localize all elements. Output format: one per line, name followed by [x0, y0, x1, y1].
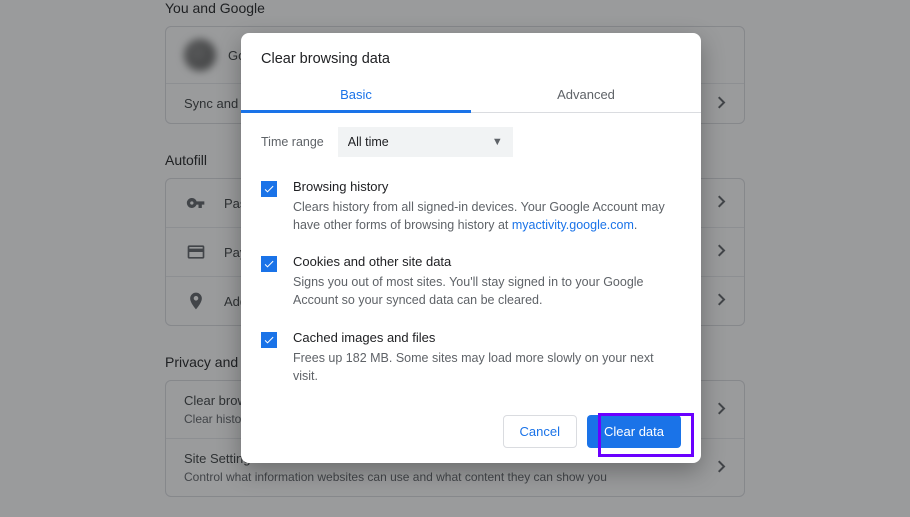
option-desc: Frees up 182 MB. Some sites may load mor… — [293, 349, 681, 385]
option-browsing-history: Browsing history Clears history from all… — [261, 169, 681, 244]
clear-options: Browsing history Clears history from all… — [241, 165, 701, 399]
clear-browsing-data-dialog: Clear browsing data Basic Advanced Time … — [241, 33, 701, 463]
option-desc: Signs you out of most sites. You'll stay… — [293, 273, 681, 309]
tab-advanced[interactable]: Advanced — [471, 79, 701, 112]
checkbox-cookies[interactable] — [261, 256, 277, 272]
time-range-label: Time range — [261, 135, 324, 149]
cancel-button[interactable]: Cancel — [503, 415, 577, 448]
clear-data-button[interactable]: Clear data — [587, 415, 681, 448]
time-range-select[interactable]: All time — [338, 127, 513, 157]
tab-basic[interactable]: Basic — [241, 79, 471, 112]
dialog-title: Clear browsing data — [241, 33, 701, 79]
option-title: Cookies and other site data — [293, 254, 681, 269]
checkbox-cache[interactable] — [261, 332, 277, 348]
option-cookies: Cookies and other site data Signs you ou… — [261, 244, 681, 319]
dialog-tabs: Basic Advanced — [241, 79, 701, 113]
checkbox-browsing-history[interactable] — [261, 181, 277, 197]
option-title: Browsing history — [293, 179, 681, 194]
dialog-actions: Cancel Clear data — [241, 399, 701, 464]
option-desc: Clears history from all signed-in device… — [293, 198, 681, 234]
myactivity-link[interactable]: myactivity.google.com — [512, 218, 634, 232]
option-cache: Cached images and files Frees up 182 MB.… — [261, 320, 681, 395]
time-range-row: Time range All time ▼ — [241, 113, 701, 165]
option-title: Cached images and files — [293, 330, 681, 345]
